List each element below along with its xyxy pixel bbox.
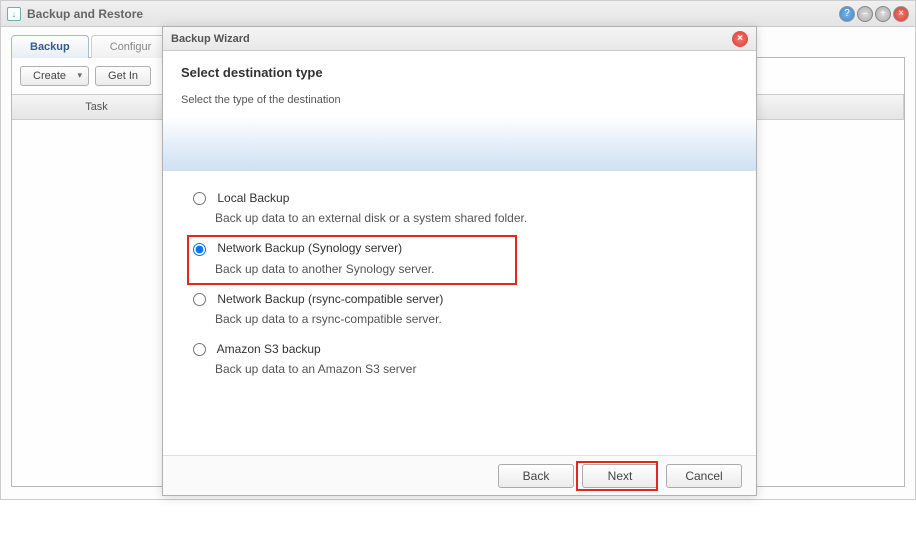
cancel-button[interactable]: Cancel <box>666 464 742 488</box>
help-icon[interactable]: ? <box>839 6 855 22</box>
option-network-synology[interactable]: Network Backup (Synology server) Back up… <box>193 241 726 275</box>
dialog-header: Select destination type Select the type … <box>163 51 756 171</box>
option-network-rsync[interactable]: Network Backup (rsync-compatible server)… <box>193 292 726 326</box>
option-label: Network Backup (rsync-compatible server) <box>217 292 443 306</box>
option-label: Network Backup (Synology server) <box>217 241 402 255</box>
maximize-icon[interactable]: + <box>875 6 891 22</box>
get-info-button[interactable]: Get In <box>95 66 151 86</box>
radio-local-backup[interactable] <box>193 192 206 205</box>
window-controls: ? – + × <box>839 6 909 22</box>
dialog-subheading: Select the type of the destination <box>181 94 738 106</box>
option-label: Amazon S3 backup <box>217 342 321 356</box>
option-amazon-s3[interactable]: Amazon S3 backup Back up data to an Amaz… <box>193 342 726 376</box>
backup-wizard-dialog: Backup Wizard × Select destination type … <box>162 26 757 496</box>
close-icon[interactable]: × <box>893 6 909 22</box>
next-button[interactable]: Next <box>582 464 658 488</box>
option-desc: Back up data to an Amazon S3 server <box>215 362 726 376</box>
radio-amazon-s3[interactable] <box>193 343 206 356</box>
option-desc: Back up data to an external disk or a sy… <box>215 211 726 225</box>
dialog-footer: Back Next Cancel <box>163 455 756 495</box>
create-button[interactable]: Create <box>20 66 89 86</box>
option-label: Local Backup <box>217 191 289 205</box>
tab-backup[interactable]: Backup <box>11 35 89 58</box>
dialog-title: Backup Wizard <box>171 33 250 45</box>
dialog-heading: Select destination type <box>181 65 738 80</box>
window-titlebar: Backup and Restore ? – + × <box>1 1 915 27</box>
radio-network-rsync[interactable] <box>193 293 206 306</box>
dialog-content: Local Backup Back up data to an external… <box>163 171 756 402</box>
minimize-icon[interactable]: – <box>857 6 873 22</box>
dialog-titlebar[interactable]: Backup Wizard × <box>163 27 756 51</box>
dialog-close-icon[interactable]: × <box>732 31 748 47</box>
tab-configuration[interactable]: Configur <box>91 35 171 58</box>
option-desc: Back up data to a rsync-compatible serve… <box>215 312 726 326</box>
option-desc: Back up data to another Synology server. <box>215 262 726 276</box>
option-local-backup[interactable]: Local Backup Back up data to an external… <box>193 191 726 225</box>
app-icon <box>7 7 21 21</box>
column-task[interactable]: Task <box>12 95 182 119</box>
radio-network-synology[interactable] <box>193 243 206 256</box>
window-title: Backup and Restore <box>27 7 143 21</box>
back-button[interactable]: Back <box>498 464 574 488</box>
